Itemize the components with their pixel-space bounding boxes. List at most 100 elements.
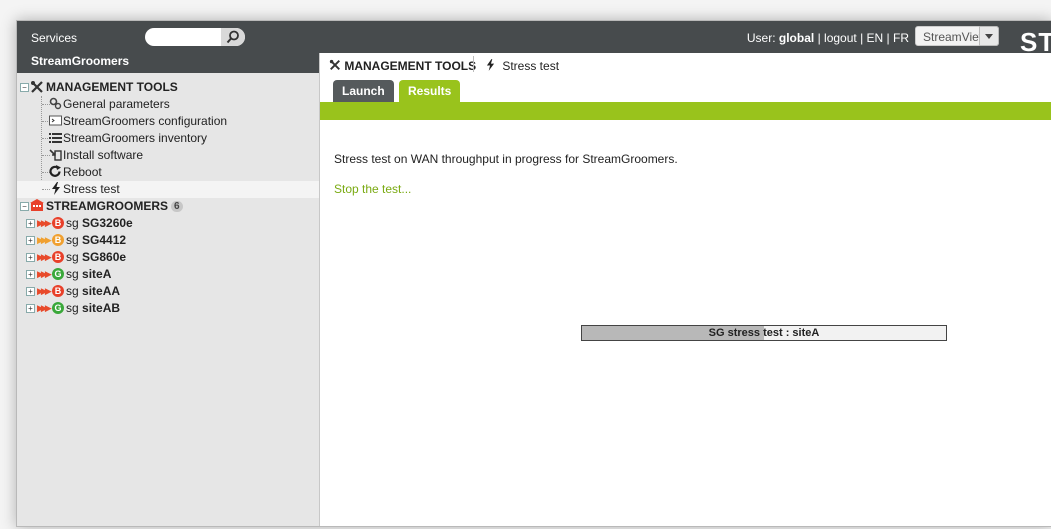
tree-item-label: sg SG3260e — [66, 215, 133, 232]
tree-item-label: Reboot — [63, 165, 102, 179]
stop-test-link[interactable]: Stop the test... — [334, 182, 411, 196]
lightning-icon — [486, 59, 495, 71]
expand-toggle[interactable]: + — [26, 253, 35, 262]
status-badge: B — [52, 234, 64, 246]
expand-toggle[interactable]: + — [26, 287, 35, 296]
tree-item-install-software[interactable]: Install software — [17, 147, 319, 164]
stream-arrows-icon: ▶▶▶ — [37, 303, 52, 313]
tree-item-label: sg siteAA — [66, 283, 120, 300]
sg-name: siteAA — [82, 284, 121, 298]
search-input[interactable] — [145, 28, 245, 46]
tree-line — [42, 189, 50, 190]
breadcrumb-label: Stress test — [502, 59, 560, 73]
sg-prefix: sg — [66, 301, 83, 315]
breadcrumb-label: MANAGEMENT TOOLS — [344, 59, 477, 73]
collapse-toggle[interactable]: − — [20, 202, 29, 211]
status-badge: B — [52, 251, 64, 263]
status-badge: G — [52, 302, 64, 314]
tree-node-management-tools[interactable]: − MANAGEMENT TOOLS — [17, 79, 319, 96]
tab-launch[interactable]: Launch — [333, 80, 394, 102]
tree-node-label: MANAGEMENT TOOLS — [46, 80, 178, 94]
sg-name: SG4412 — [82, 233, 127, 247]
tree-item-stress-test[interactable]: Stress test — [17, 181, 319, 198]
tree-item-streamgroomer[interactable]: + ▶▶▶ Bsg SG860e — [17, 249, 319, 266]
expand-toggle[interactable]: + — [26, 236, 35, 245]
view-select[interactable]: StreamView — [915, 26, 999, 46]
chevron-down-icon[interactable] — [979, 26, 999, 46]
tree-item-streamgroomer[interactable]: + ▶▶▶ Bsg SG4412 — [17, 232, 319, 249]
tree-node-streamgroomers[interactable]: − STREAMGROOMERS 6 — [17, 198, 319, 215]
status-badge: B — [52, 217, 64, 229]
tree-item-label: General parameters — [63, 97, 170, 111]
tree-item-label: sg siteAB — [66, 300, 120, 317]
expand-toggle[interactable]: + — [26, 219, 35, 228]
sg-prefix: sg — [66, 250, 83, 264]
main-content: MANAGEMENT TOOLS Stress test Launch Resu… — [320, 53, 1051, 526]
streamgroomer-list: + ▶▶▶ Bsg SG3260e + ▶▶▶ Bsg SG4412 + ▶▶▶ Bsg SG8… — [17, 215, 319, 317]
search-button[interactable] — [221, 28, 245, 46]
lang-fr-link[interactable]: FR — [893, 31, 909, 45]
left-panel: StreamGroomers − MANAGEMENT TOOLS Genera… — [17, 53, 320, 526]
navigation-tree: − MANAGEMENT TOOLS General parameters St… — [17, 79, 319, 317]
app-window: Services User: global | logout | EN | FR… — [16, 20, 1051, 527]
tree-item-reboot[interactable]: Reboot — [17, 164, 319, 181]
gears-icon — [49, 97, 62, 110]
tree-item-streamgroomer[interactable]: + ▶▶▶ Bsg SG3260e — [17, 215, 319, 232]
tree-item-streamgroomer[interactable]: + ▶▶▶ Gsg siteA — [17, 266, 319, 283]
user-name: global — [778, 31, 815, 45]
breadcrumb-stress-test[interactable]: Stress test — [486, 59, 559, 73]
tree-item-streamgroomers-inventory[interactable]: StreamGroomers inventory — [17, 130, 319, 147]
sg-name: SG3260e — [82, 216, 133, 230]
stream-arrows-icon: ▶▶▶ — [37, 286, 52, 296]
view-select-value: StreamView — [923, 30, 988, 44]
user-prefix: User: — [746, 31, 779, 45]
left-panel-header: StreamGroomers — [17, 53, 319, 73]
count-badge: 6 — [171, 201, 183, 212]
building-icon — [30, 199, 44, 211]
status-badge: G — [52, 268, 64, 280]
tree-item-streamgroomer[interactable]: + ▶▶▶ Bsg siteAA — [17, 283, 319, 300]
tab-results[interactable]: Results — [399, 80, 461, 102]
reboot-icon — [49, 165, 61, 177]
sg-name: siteAB — [82, 301, 121, 315]
collapse-toggle[interactable]: − — [20, 83, 29, 92]
tree-item-label: Stress test — [63, 182, 120, 196]
terminal-icon — [49, 115, 62, 126]
tree-item-label: sg SG4412 — [66, 232, 126, 249]
stress-test-progress-bar: SG stress test : siteA — [581, 325, 947, 341]
tree-item-general-parameters[interactable]: General parameters — [17, 96, 319, 113]
sg-prefix: sg — [66, 233, 83, 247]
search-icon — [226, 30, 239, 44]
tree-item-label: Install software — [63, 148, 144, 162]
separator: | — [883, 31, 893, 45]
streamgroomers-label: STREAMGROOMERS — [46, 199, 169, 213]
install-icon — [49, 149, 62, 161]
lang-en-link[interactable]: EN — [867, 31, 884, 45]
list-icon — [49, 133, 62, 143]
stream-arrows-icon: ▶▶▶ — [37, 235, 52, 245]
tree-item-streamgroomers-configuration[interactable]: StreamGroomers configuration — [17, 113, 319, 130]
services-label: Services — [31, 31, 78, 45]
logout-link[interactable]: logout — [824, 31, 857, 45]
breadcrumb: MANAGEMENT TOOLS Stress test — [320, 53, 1051, 75]
sg-prefix: sg — [66, 284, 83, 298]
sg-prefix: sg — [66, 216, 83, 230]
breadcrumb-separator — [473, 56, 474, 72]
tree-node-label: STREAMGROOMERS 6 — [46, 198, 183, 215]
tab-strip-bar — [320, 102, 1051, 120]
tree-item-label: StreamGroomers configuration — [63, 114, 228, 128]
tree-item-streamgroomer[interactable]: + ▶▶▶ Gsg siteAB — [17, 300, 319, 317]
separator: | — [814, 31, 825, 45]
lightning-icon — [52, 182, 60, 195]
tree-item-label: StreamGroomers inventory — [63, 131, 208, 145]
separator: | — [856, 31, 867, 45]
expand-toggle[interactable]: + — [26, 304, 35, 313]
tools-icon — [329, 59, 340, 70]
tree-item-label: sg SG860e — [66, 249, 126, 266]
breadcrumb-management-tools[interactable]: MANAGEMENT TOOLS — [329, 59, 476, 73]
stream-arrows-icon: ▶▶▶ — [37, 269, 52, 279]
expand-toggle[interactable]: + — [26, 270, 35, 279]
progress-label: SG stress test : siteA — [708, 327, 820, 339]
sg-name: SG860e — [82, 250, 127, 264]
sg-prefix: sg — [66, 267, 83, 281]
